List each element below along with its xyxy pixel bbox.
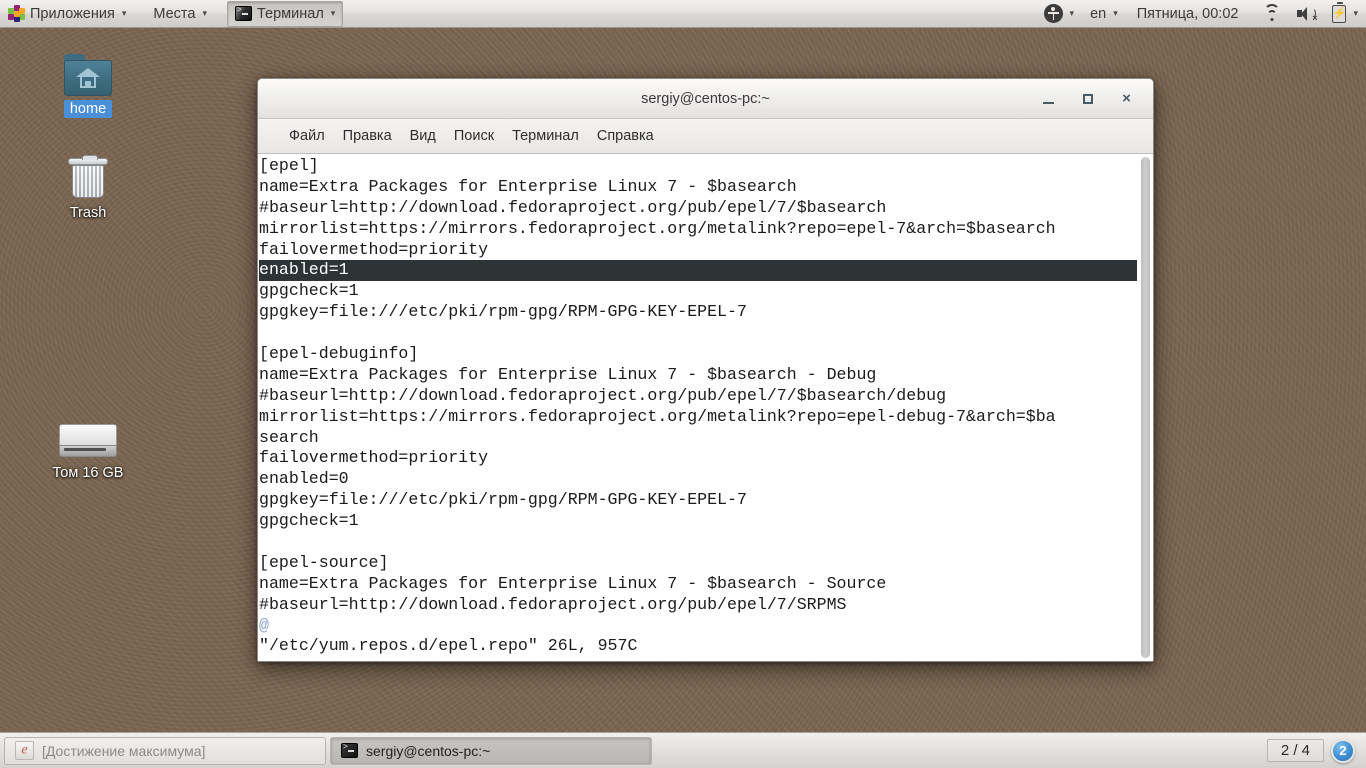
terminal-line: [epel-source] (259, 552, 389, 572)
accessibility-menu[interactable]: ▾ (1037, 1, 1082, 27)
chevron-down-icon: ▾ (121, 8, 127, 18)
browser-icon (15, 741, 34, 760)
minimize-button[interactable] (1040, 90, 1057, 107)
terminal-line: mirrorlist=https://mirrors.fedoraproject… (259, 406, 1056, 426)
taskbar-tray: 2 / 4 2 (1266, 738, 1362, 763)
terminal-cursor (348, 260, 359, 280)
terminal-line: #baseurl=http://download.fedoraproject.o… (259, 385, 947, 405)
terminal-menubar: Файл Правка Вид Поиск Терминал Справка (258, 119, 1153, 154)
terminal-line: #baseurl=http://download.fedoraproject.o… (259, 197, 887, 217)
menu-file[interactable]: Файл (280, 125, 334, 147)
drive-icon (59, 424, 117, 460)
terminal-line: #baseurl=http://download.fedoraproject.o… (259, 594, 847, 614)
close-button[interactable]: × (1118, 90, 1135, 107)
terminal-line: [epel] (259, 156, 319, 175)
chevron-down-icon: ▾ (1069, 8, 1075, 18)
chevron-down-icon: ▾ (1353, 8, 1358, 18)
terminal-icon (235, 6, 253, 21)
terminal-line: enabled=1 (259, 260, 1137, 282)
terminal-output[interactable]: [epel] name=Extra Packages for Enterprise… (258, 154, 1137, 661)
home-folder-icon (64, 54, 112, 96)
terminal-window[interactable]: sergiy@centos-pc:~ × Файл Правка Вид Пои… (257, 78, 1154, 662)
taskbar-item-label: [Достижение максимума] (42, 742, 206, 759)
terminal-filler-marker: @ (259, 615, 269, 635)
taskbar-item-terminal[interactable]: sergiy@centos-pc:~ (330, 736, 652, 765)
terminal-line: failovermethod=priority (259, 448, 489, 468)
window-title: sergiy@centos-pc:~ (641, 90, 770, 107)
close-icon: × (1122, 90, 1131, 107)
centos-logo-icon (8, 5, 25, 22)
terminal-line: failovermethod=priority (259, 239, 489, 259)
taskbar: [Достижение максимума] sergiy@centos-pc:… (0, 732, 1366, 768)
menu-terminal[interactable]: Терминал (503, 125, 588, 147)
terminal-line: name=Extra Packages for Enterprise Linux… (259, 573, 887, 593)
menu-applications[interactable]: Приложения ▾ (1, 1, 133, 27)
chevron-down-icon: ▾ (330, 8, 336, 18)
battery-indicator[interactable]: ⚡ ▾ (1325, 1, 1365, 27)
desktop-icon-home[interactable]: home (36, 54, 140, 118)
terminal-line-highlighted: enabled=1 (259, 260, 1137, 282)
desktop-icon-label: Том 16 GB (52, 465, 124, 481)
wifi-icon (1263, 4, 1281, 21)
trash-icon (66, 154, 110, 200)
terminal-line: enabled=0 (259, 469, 349, 489)
terminal-line: search (259, 427, 319, 447)
terminal-line: @ (259, 616, 1137, 637)
chevron-down-icon: ▾ (202, 8, 208, 18)
battery-charging-icon: ⚡ (1332, 1, 1347, 23)
keyboard-layout-label: en (1090, 5, 1107, 22)
window-menu-terminal[interactable]: Терминал ▾ (227, 0, 344, 27)
desktop-icon-label: Trash (69, 205, 107, 221)
terminal-line: name=Extra Packages for Enterprise Linux… (259, 176, 797, 196)
terminal-line: mirrorlist=https://mirrors.fedoraproject… (259, 218, 1056, 238)
maximize-icon (1082, 93, 1093, 104)
desktop-icon-label: home (63, 100, 113, 118)
chevron-down-icon: ▾ (1113, 8, 1118, 18)
terminal-titlebar[interactable]: sergiy@centos-pc:~ × (258, 79, 1153, 119)
terminal-line: gpgcheck=1 (259, 511, 359, 531)
terminal-line: name=Extra Packages for Enterprise Linux… (259, 364, 877, 384)
accessibility-icon (1043, 4, 1063, 23)
menu-help[interactable]: Справка (588, 125, 663, 147)
menu-edit[interactable]: Правка (334, 125, 401, 147)
scrollbar-thumb[interactable] (1140, 157, 1150, 658)
workspace-badge[interactable]: 2 (1331, 738, 1355, 763)
volume-muted-icon: × (1297, 6, 1317, 22)
maximize-button[interactable] (1079, 90, 1096, 107)
volume-indicator[interactable]: × (1290, 1, 1323, 27)
menu-view[interactable]: Вид (401, 125, 445, 147)
clock[interactable]: Пятница, 00:02 (1130, 1, 1246, 27)
menu-applications-label: Приложения (30, 5, 115, 22)
terminal-icon (341, 743, 358, 758)
workspace-indicator[interactable]: 2 / 4 (1266, 739, 1324, 762)
window-menu-terminal-label: Терминал (257, 5, 324, 22)
terminal-line: gpgcheck=1 (259, 281, 359, 301)
desktop-icon-trash[interactable]: Trash (36, 154, 140, 222)
terminal-scrollbar[interactable] (1137, 154, 1153, 661)
terminal-body[interactable]: [epel] name=Extra Packages for Enterprise… (258, 154, 1153, 661)
terminal-line: gpgkey=file:///etc/pki/rpm-gpg/RPM-GPG-K… (259, 490, 747, 510)
clock-label: Пятница, 00:02 (1136, 5, 1239, 22)
window-controls: × (1040, 90, 1153, 107)
taskbar-item-browser[interactable]: [Достижение максимума] (4, 736, 326, 765)
terminal-line: [epel-debuginfo] (259, 344, 419, 364)
terminal-line: "/etc/yum.repos.d/epel.repo" 26L, 957C (259, 636, 638, 656)
menu-places-label: Места (153, 5, 196, 22)
keyboard-layout-menu[interactable]: en ▾ (1083, 1, 1125, 27)
top-panel: Приложения ▾ Места ▾ Терминал ▾ ▾ en ▾ П… (0, 0, 1366, 28)
network-indicator[interactable] (1256, 1, 1288, 27)
menu-search[interactable]: Поиск (445, 125, 503, 147)
menu-places[interactable]: Места ▾ (146, 1, 214, 27)
taskbar-item-label: sergiy@centos-pc:~ (366, 742, 491, 759)
terminal-line: gpgkey=file:///etc/pki/rpm-gpg/RPM-GPG-K… (259, 302, 747, 322)
desktop-icon-volume[interactable]: Том 16 GB (36, 424, 140, 482)
minimize-icon (1043, 101, 1054, 104)
